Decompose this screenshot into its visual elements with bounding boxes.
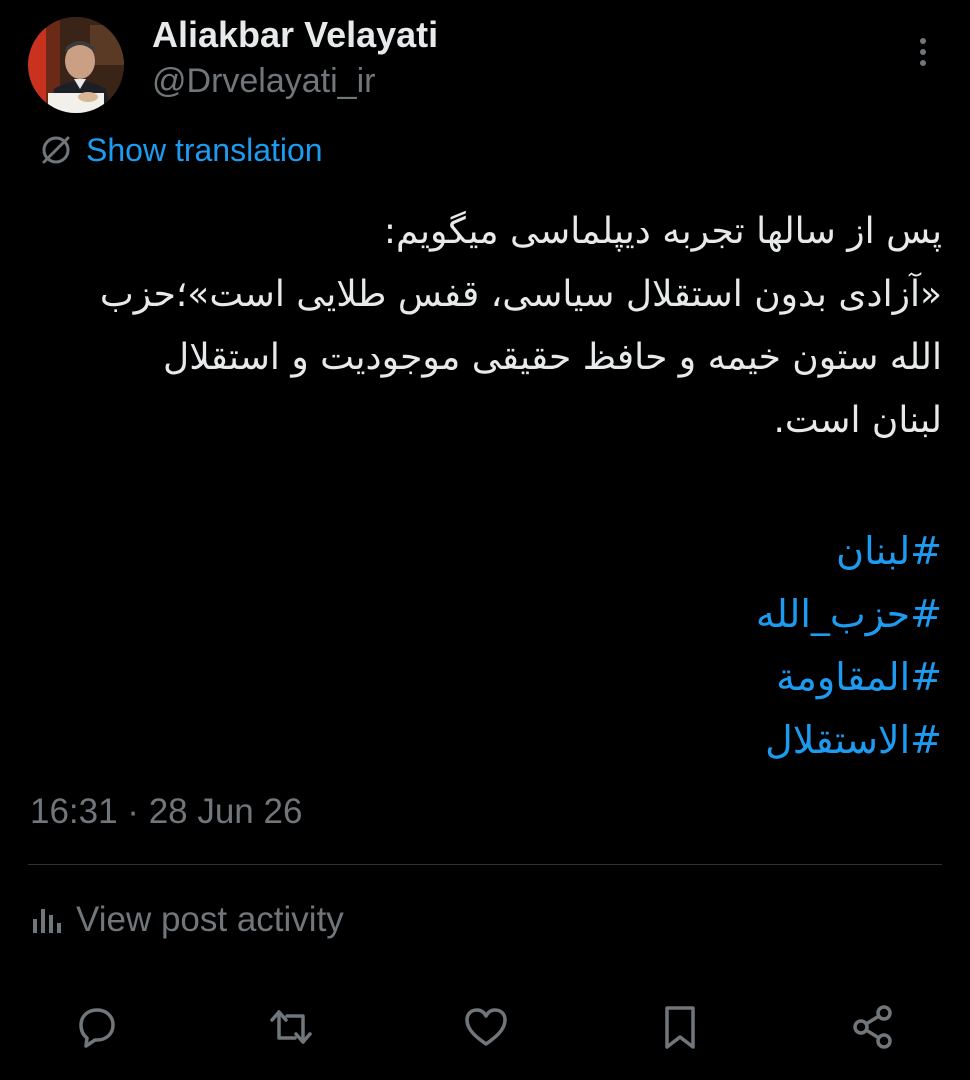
share-icon <box>853 1005 892 1049</box>
more-options-button[interactable] <box>905 32 941 72</box>
bookmark-button[interactable] <box>653 1000 707 1054</box>
heart-icon <box>465 1008 507 1046</box>
post-text-line: لبنان است. <box>773 400 942 441</box>
post-text-line: الله ستون خیمه و حافظ حقیقی موجودیت و اس… <box>163 337 942 378</box>
bookmark-icon <box>665 1006 695 1049</box>
analytics-icon <box>33 909 61 933</box>
repost-button[interactable] <box>264 1000 318 1054</box>
author-handle[interactable]: @Drvelayati_ir <box>152 62 375 101</box>
author-avatar[interactable] <box>28 17 124 113</box>
show-translation-button[interactable]: Show translation <box>38 128 323 172</box>
show-translation-label: Show translation <box>86 131 323 168</box>
profile-photo <box>28 17 124 113</box>
more-vertical-icon <box>920 38 926 66</box>
author-display-name[interactable]: Aliakbar Velayati <box>152 14 438 56</box>
globe-icon <box>42 136 70 164</box>
reply-button[interactable] <box>70 1000 124 1054</box>
view-post-activity-label: View post activity <box>76 900 344 939</box>
like-button[interactable] <box>459 1000 513 1054</box>
post-text-line: پس از سالها تجربه دیپلماسی میگویم: <box>383 211 942 252</box>
post-text-line: «آزادی بدون استقلال سیاسی، قفس طلایی است… <box>99 274 942 315</box>
share-button[interactable] <box>846 1000 900 1054</box>
action-bar <box>0 1000 970 1054</box>
hashtag-link[interactable]: #الاستقلال <box>342 709 942 772</box>
view-post-activity-button[interactable]: View post activity <box>30 895 344 945</box>
reply-icon <box>79 1008 115 1048</box>
repost-icon <box>270 1010 312 1044</box>
post-text: پس از سالها تجربه دیپلماسی میگویم: «آزاد… <box>42 200 942 452</box>
hashtag-link[interactable]: #لبنان <box>342 520 942 583</box>
post-timestamp[interactable]: 16:31 · 28 Jun 26 <box>30 792 302 832</box>
hashtag-list: #لبنان #حزب_الله #المقاومة #الاستقلال <box>342 520 942 772</box>
hashtag-link[interactable]: #حزب_الله <box>342 583 942 646</box>
hashtag-link[interactable]: #المقاومة <box>342 646 942 709</box>
divider <box>28 864 942 865</box>
